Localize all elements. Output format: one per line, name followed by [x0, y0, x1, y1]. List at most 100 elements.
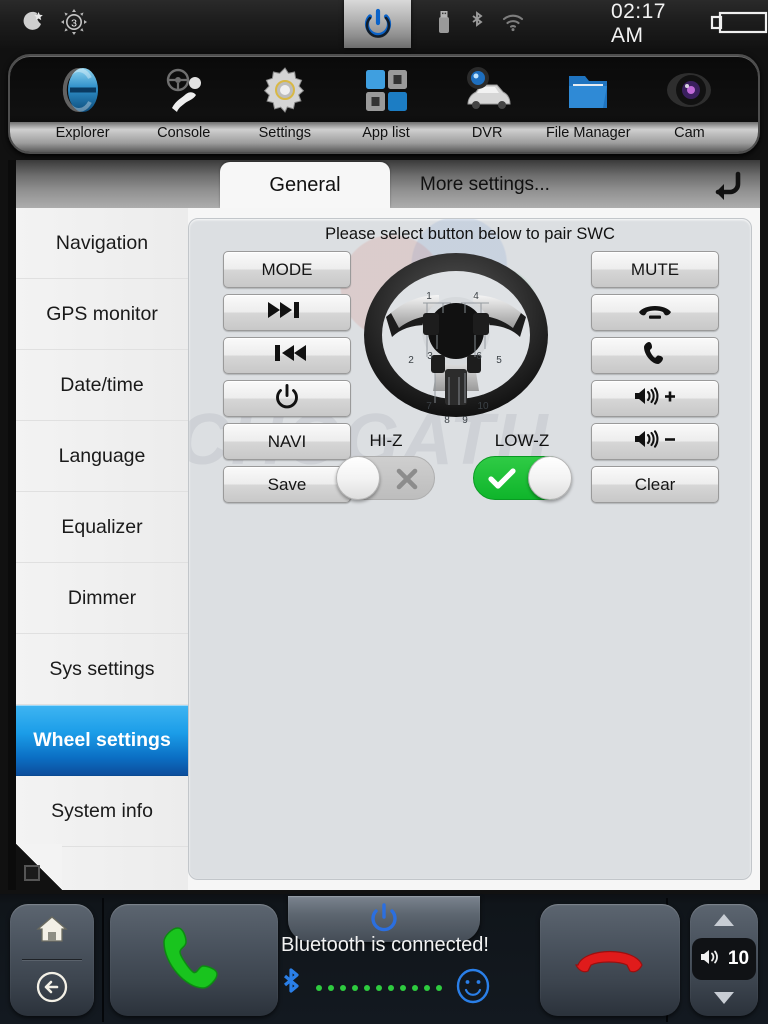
home-back-panel: [10, 904, 94, 1016]
back-button[interactable]: [10, 962, 94, 1016]
dock-item-file-manager[interactable]: File Manager: [541, 56, 636, 146]
sidebar-item-dimmer[interactable]: Dimmer: [16, 563, 188, 634]
sidebar-item-wheel-settings[interactable]: Wheel settings: [16, 705, 188, 776]
wheel-number-4: 4: [473, 291, 479, 302]
bottom-divider-1: [102, 898, 104, 1022]
swc-button-volume-up[interactable]: [591, 380, 719, 417]
dvr-car-camera-icon: [459, 56, 515, 120]
battery-icon: [710, 8, 768, 41]
volume-up-button[interactable]: [690, 912, 758, 928]
toggle-label-low-z: LOW-Z: [494, 431, 550, 450]
impedance-toggles: HI-Z LOW-Z: [329, 431, 589, 511]
toggle-knob-low-z[interactable]: [528, 456, 572, 500]
end-call-icon: [573, 939, 647, 982]
app-grid-icon: [360, 56, 412, 120]
end-call-button[interactable]: [540, 904, 680, 1016]
toggle-group-low-z: LOW-Z: [469, 431, 575, 500]
sidebar-item-sys-settings[interactable]: Sys settings: [16, 634, 188, 705]
head-unit-screen: 3 02:17 AM Explorer Console Settings App…: [0, 0, 768, 1024]
toggle-low-z[interactable]: [473, 456, 572, 500]
steering-wheel-diagram: 1 2 3 4 5 6 7 8 9 10: [331, 243, 581, 433]
wheel-number-3: 3: [427, 351, 433, 362]
wheel-number-1: 1: [426, 291, 432, 302]
tab-general[interactable]: General: [220, 162, 390, 208]
bluetooth-icon: [278, 965, 304, 1012]
next-track-icon: [266, 300, 308, 325]
dock-label: Settings: [258, 125, 312, 141]
wheel-number-6: 6: [476, 351, 482, 362]
swc-button-volume-down[interactable]: [591, 423, 719, 460]
settings-sidebar: Navigation GPS monitor Date/time Languag…: [16, 208, 188, 890]
wifi-icon: [501, 12, 525, 37]
home-button[interactable]: [10, 904, 94, 959]
tab-more-settings[interactable]: More settings...: [390, 162, 580, 208]
toggle-group-hi-z: HI-Z: [333, 431, 439, 500]
dock-item-app-list[interactable]: App list: [338, 56, 433, 146]
bluetooth-link-dots: [316, 985, 442, 991]
toggle-label-hi-z: HI-Z: [369, 431, 403, 450]
wheel-number-5: 5: [496, 355, 502, 366]
volume-down-button[interactable]: [690, 990, 758, 1006]
dock-item-dvr[interactable]: DVR: [440, 56, 535, 146]
moon-star-icon[interactable]: [20, 9, 46, 40]
sidebar-item-navigation[interactable]: Navigation: [16, 208, 188, 279]
camera-lens-icon: [663, 56, 715, 120]
bluetooth-status-row: [190, 966, 580, 1010]
dock-item-console[interactable]: Console: [136, 56, 231, 146]
cross-icon: [394, 457, 420, 501]
wheel-number-2: 2: [408, 355, 414, 366]
settings-window: General More settings... Navigation GPS …: [8, 160, 760, 890]
wheel-number-9: 9: [462, 415, 468, 426]
toggle-knob-hi-z[interactable]: [336, 456, 380, 500]
sidebar-item-equalizer[interactable]: Equalizer: [16, 492, 188, 563]
sidebar-item-system-info[interactable]: System info: [16, 776, 188, 847]
back-arrow-icon[interactable]: [694, 162, 760, 208]
explorer-e-icon: [57, 56, 109, 120]
home-back-separator: [22, 959, 82, 960]
dock-label: Cam: [674, 125, 705, 141]
sidebar-item-gps-monitor[interactable]: GPS monitor: [16, 279, 188, 350]
swc-button-clear[interactable]: Clear: [591, 466, 719, 503]
power-icon: [274, 383, 300, 414]
pair-prompt: Please select button below to pair SWC: [325, 225, 615, 243]
dock-item-explorer[interactable]: Explorer: [35, 56, 130, 146]
brightness-sun-icon[interactable]: 3: [60, 8, 88, 41]
dock-item-settings[interactable]: Settings: [237, 56, 332, 146]
status-power-button[interactable]: [344, 0, 411, 48]
status-bar-left: 3: [0, 8, 344, 41]
settings-body: Navigation GPS monitor Date/time Languag…: [16, 208, 760, 890]
smiley-icon: [454, 967, 492, 1010]
prev-track-icon: [266, 343, 308, 368]
swc-button-hang-up[interactable]: [591, 294, 719, 331]
swc-button-mute[interactable]: MUTE: [591, 251, 719, 288]
sidebar-item-language[interactable]: Language: [16, 421, 188, 492]
volume-value: 10: [727, 948, 750, 969]
status-bar-right: 02:17 AM: [411, 0, 768, 48]
bluetooth-icon: [469, 10, 485, 39]
power-icon: [364, 8, 391, 38]
sidebar-item-date-time[interactable]: Date/time: [16, 350, 188, 421]
corner-square-icon[interactable]: [24, 865, 40, 881]
bluetooth-status-text: Bluetooth is connected!: [281, 934, 489, 956]
app-dock: Explorer Console Settings App list DVR F…: [8, 54, 760, 154]
volume-down-icon: [632, 428, 678, 455]
toggle-hi-z[interactable]: [336, 456, 435, 501]
volume-display[interactable]: 10: [692, 938, 756, 980]
wheel-number-7: 7: [426, 401, 432, 412]
wheel-settings-panel: CHOGATH Please select button below to pa…: [188, 218, 752, 880]
swc-button-answer-call[interactable]: [591, 337, 719, 374]
wheel-number-10: 10: [477, 401, 489, 412]
dock-label: Explorer: [55, 125, 110, 141]
swc-right-buttons: MUTE Clear: [591, 251, 719, 509]
hang-up-icon: [635, 299, 675, 326]
dock-label: DVR: [471, 125, 503, 141]
volume-control: 10: [690, 904, 758, 1016]
dock-item-cam[interactable]: Cam: [642, 56, 737, 146]
answer-call-icon: [642, 340, 668, 371]
volume-icon: [699, 947, 723, 972]
dock-label: File Manager: [545, 125, 631, 141]
wheel-number-8: 8: [444, 415, 450, 426]
volume-up-icon: [632, 385, 678, 412]
home-icon: [35, 914, 69, 949]
brightness-level: 3: [71, 17, 77, 29]
